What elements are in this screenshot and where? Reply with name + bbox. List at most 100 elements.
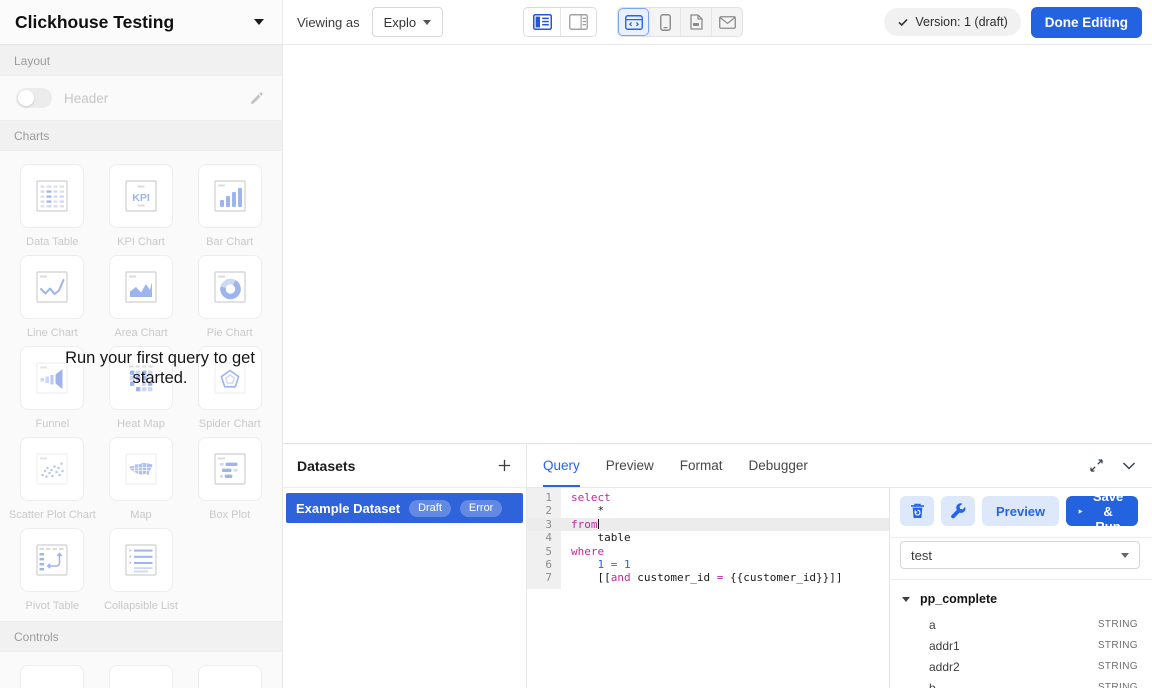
edit-pencil-icon[interactable] <box>249 91 264 106</box>
chart-type-pie[interactable]: Pie Chart <box>185 255 274 340</box>
code-line[interactable]: 4 table <box>527 531 889 544</box>
chart-type-map[interactable]: Map <box>97 437 186 522</box>
column-name: addr2 <box>929 660 960 674</box>
control-type-card[interactable] <box>8 665 97 688</box>
column-name: b <box>929 681 936 688</box>
dashboard-editor: Clickhouse Testing Viewing as Explo <box>0 0 1152 688</box>
svg-text:KPI: KPI <box>132 192 150 204</box>
control-card <box>20 665 84 688</box>
table-select-value: test <box>911 548 932 563</box>
scatter-plot-icon <box>32 449 72 489</box>
delete-dataset-button[interactable] <box>900 496 934 526</box>
data-table-icon <box>32 176 72 216</box>
done-editing-button[interactable]: Done Editing <box>1031 7 1142 38</box>
sidebar-right-button[interactable] <box>560 8 596 36</box>
header-toggle-label: Header <box>64 91 249 106</box>
chart-type-collapsible-list[interactable]: Collapsible List <box>97 528 186 613</box>
sql-editor[interactable]: 1 select 2 * 3 from 4 table <box>527 488 889 688</box>
tab-preview[interactable]: Preview <box>606 444 654 487</box>
sidebar-left-icon <box>533 14 552 30</box>
preview-query-button[interactable]: Preview <box>982 496 1059 526</box>
line-number: 5 <box>527 545 561 558</box>
empty-query-message: Run your first query to get started. <box>52 348 268 388</box>
mobile-preview-button[interactable] <box>649 8 680 36</box>
control-type-card[interactable] <box>185 665 274 688</box>
sidebar-right-icon <box>569 14 588 30</box>
table-select[interactable]: test <box>900 541 1140 569</box>
charts-section-header: Charts <box>0 120 282 151</box>
trash-restore-icon <box>910 503 925 519</box>
chart-card <box>198 164 262 228</box>
chart-card <box>20 255 84 319</box>
tab-query[interactable]: Query <box>543 444 580 487</box>
line-number: 6 <box>527 558 561 571</box>
controls-grid <box>0 652 282 688</box>
schema-column-row[interactable]: a STRING <box>902 614 1138 635</box>
control-card <box>198 665 262 688</box>
dashboard-title-dropdown[interactable]: Clickhouse Testing <box>0 0 283 44</box>
tab-debugger[interactable]: Debugger <box>749 444 808 487</box>
schema-column-row[interactable]: addr1 STRING <box>902 635 1138 656</box>
chart-type-bar[interactable]: Bar Chart <box>185 164 274 249</box>
code-line[interactable]: 2 * <box>527 504 889 517</box>
chart-type-label: Collapsible List <box>104 600 178 613</box>
code-line[interactable]: 6 1 = 1 <box>527 558 889 571</box>
dropdown-control-icon <box>32 677 72 688</box>
chart-type-kpi[interactable]: KPI KPI Chart <box>97 164 186 249</box>
chart-type-pivot-table[interactable]: Pivot Table <box>8 528 97 613</box>
kpi-chart-icon: KPI <box>121 176 161 216</box>
area-chart-icon <box>121 267 161 307</box>
control-type-card[interactable] <box>97 665 186 688</box>
line-number: 7 <box>527 571 561 584</box>
header-toggle[interactable] <box>16 88 52 108</box>
tab-format[interactable]: Format <box>680 444 723 487</box>
code-line-active[interactable]: 3 from <box>527 518 889 531</box>
chart-type-label: Bar Chart <box>206 236 253 249</box>
chart-type-data-table[interactable]: Data Table <box>8 164 97 249</box>
envelope-icon <box>719 16 736 29</box>
chart-type-label: Scatter Plot Chart <box>9 509 96 522</box>
chart-type-box-plot[interactable]: Box Plot <box>185 437 274 522</box>
desktop-preview-button[interactable] <box>618 8 649 36</box>
line-number: 3 <box>527 518 561 531</box>
column-type: STRING <box>1098 682 1138 688</box>
chart-type-label: Funnel <box>36 418 70 431</box>
dataset-row-example-dataset[interactable]: Example Dataset Draft Error <box>286 493 523 523</box>
code-line[interactable]: 1 select <box>527 491 889 504</box>
header-toggle-row: Header <box>0 76 282 120</box>
control-card <box>109 665 173 688</box>
box-plot-icon <box>210 449 250 489</box>
table-select-row: test <box>890 538 1152 580</box>
dashboard-canvas <box>283 45 1152 443</box>
version-badge[interactable]: Version: 1 (draft) <box>884 8 1020 36</box>
chart-type-line[interactable]: Line Chart <box>8 255 97 340</box>
viewer-select[interactable]: Explo <box>372 7 444 37</box>
schema-column-row[interactable]: b STRING <box>902 677 1138 688</box>
line-chart-icon <box>32 267 72 307</box>
input-control-icon <box>210 677 250 688</box>
code-line[interactable]: 5 where <box>527 545 889 558</box>
query-settings-button[interactable] <box>941 496 975 526</box>
expand-panel-icon[interactable] <box>1089 458 1104 473</box>
column-type: STRING <box>1098 640 1138 651</box>
pdf-preview-button[interactable] <box>680 8 711 36</box>
chart-type-label: Box Plot <box>209 509 250 522</box>
add-dataset-icon[interactable] <box>497 458 512 473</box>
query-editor-panel: Query Preview Format Debugger <box>527 444 1152 688</box>
save-and-run-button[interactable]: Save & Run <box>1066 496 1138 526</box>
text-cursor <box>598 519 600 529</box>
email-preview-button[interactable] <box>711 8 742 36</box>
chart-type-scatter[interactable]: Scatter Plot Chart <box>8 437 97 522</box>
sidebar-position-toggle <box>523 7 597 37</box>
sidebar-left-button[interactable] <box>524 8 560 36</box>
check-icon <box>897 16 909 28</box>
collapse-panel-chevron-icon[interactable] <box>1122 459 1136 472</box>
code-line[interactable]: 7 [[and customer_id = {{customer_id}}]] <box>527 571 889 584</box>
schema-table-header[interactable]: pp_complete <box>902 592 1138 606</box>
chart-type-label: Spider Chart <box>199 418 261 431</box>
datasets-title: Datasets <box>297 458 355 474</box>
schema-column-row[interactable]: addr2 STRING <box>902 656 1138 677</box>
chart-type-area[interactable]: Area Chart <box>97 255 186 340</box>
caret-down-icon <box>254 19 264 25</box>
viewing-as-label: Viewing as <box>297 15 360 30</box>
